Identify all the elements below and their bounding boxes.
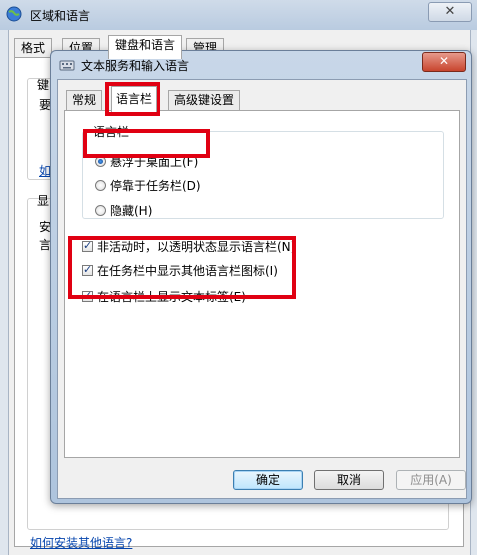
back-window-title: 区域和语言 [30,9,91,23]
checkbox-transparent-when-inactive[interactable]: 非活动时，以透明状态显示语言栏(N) [82,238,295,255]
radio-button-selected[interactable] [95,156,106,167]
radio-button[interactable] [95,180,106,191]
text-services-dialog: 文本服务和输入语言 ✕ 常规 语言栏 高级键设置 语言栏 悬浮于桌面上(F) 停… [50,50,472,504]
tab-general[interactable]: 常规 [66,90,103,111]
dialog-close-button[interactable]: ✕ [422,52,466,72]
back-keyboard-group-label: 键 [37,78,50,92]
tab-advanced-key-settings[interactable]: 高级键设置 [168,90,241,111]
ok-button[interactable]: 确定 [233,470,303,490]
radio-dock-in-taskbar[interactable]: 停靠于任务栏(D) [95,177,201,194]
checkbox-checked[interactable] [82,239,93,252]
back-window-titlebar: 区域和语言 ✕ [0,0,477,30]
checkbox-show-extra-icons[interactable]: 在任务栏中显示其他语言栏图标(I) [82,262,278,279]
radio-button[interactable] [95,205,106,216]
keyboard-icon [59,60,75,71]
dialog-body: 常规 语言栏 高级键设置 语言栏 悬浮于桌面上(F) 停靠于任务栏(D) 隐藏(… [57,79,467,499]
radio-float-on-desktop-label: 悬浮于桌面上(F) [110,155,199,169]
checkbox-checked[interactable] [82,263,93,276]
checkbox-checked[interactable] [82,289,93,302]
tab-language-bar[interactable]: 语言栏 [111,86,157,112]
dialog-title: 文本服务和输入语言 [81,59,190,73]
install-other-languages-link[interactable]: 如何安装其他语言? [30,534,132,551]
cancel-button[interactable]: 取消 [314,470,384,490]
back-tab-keyboard-language[interactable]: 键盘和语言 [108,35,183,59]
checkbox-show-text-labels-label: 在语言栏上显示文本标签(E) [97,290,246,304]
back-window-close-button[interactable]: ✕ [428,2,472,22]
radio-hidden[interactable]: 隐藏(H) [95,202,152,219]
back-tab-format[interactable]: 格式 [14,38,53,59]
apply-button[interactable]: 应用(A) [396,470,466,490]
checkbox-transparent-label: 非活动时，以透明状态显示语言栏(N) [97,240,296,254]
back-display-group-label: 显 [37,194,50,208]
globe-icon [6,6,22,22]
language-bar-group-legend: 语言栏 [91,123,132,140]
radio-float-on-desktop[interactable]: 悬浮于桌面上(F) [95,153,198,170]
language-bar-panel: 语言栏 悬浮于桌面上(F) 停靠于任务栏(D) 隐藏(H) 非活动时，以透明状态… [64,110,460,458]
radio-hidden-label: 隐藏(H) [110,204,153,218]
checkbox-show-text-labels[interactable]: 在语言栏上显示文本标签(E) [82,288,246,305]
checkbox-show-extra-icons-label: 在任务栏中显示其他语言栏图标(I) [97,264,278,278]
radio-dock-in-taskbar-label: 停靠于任务栏(D) [110,179,201,193]
